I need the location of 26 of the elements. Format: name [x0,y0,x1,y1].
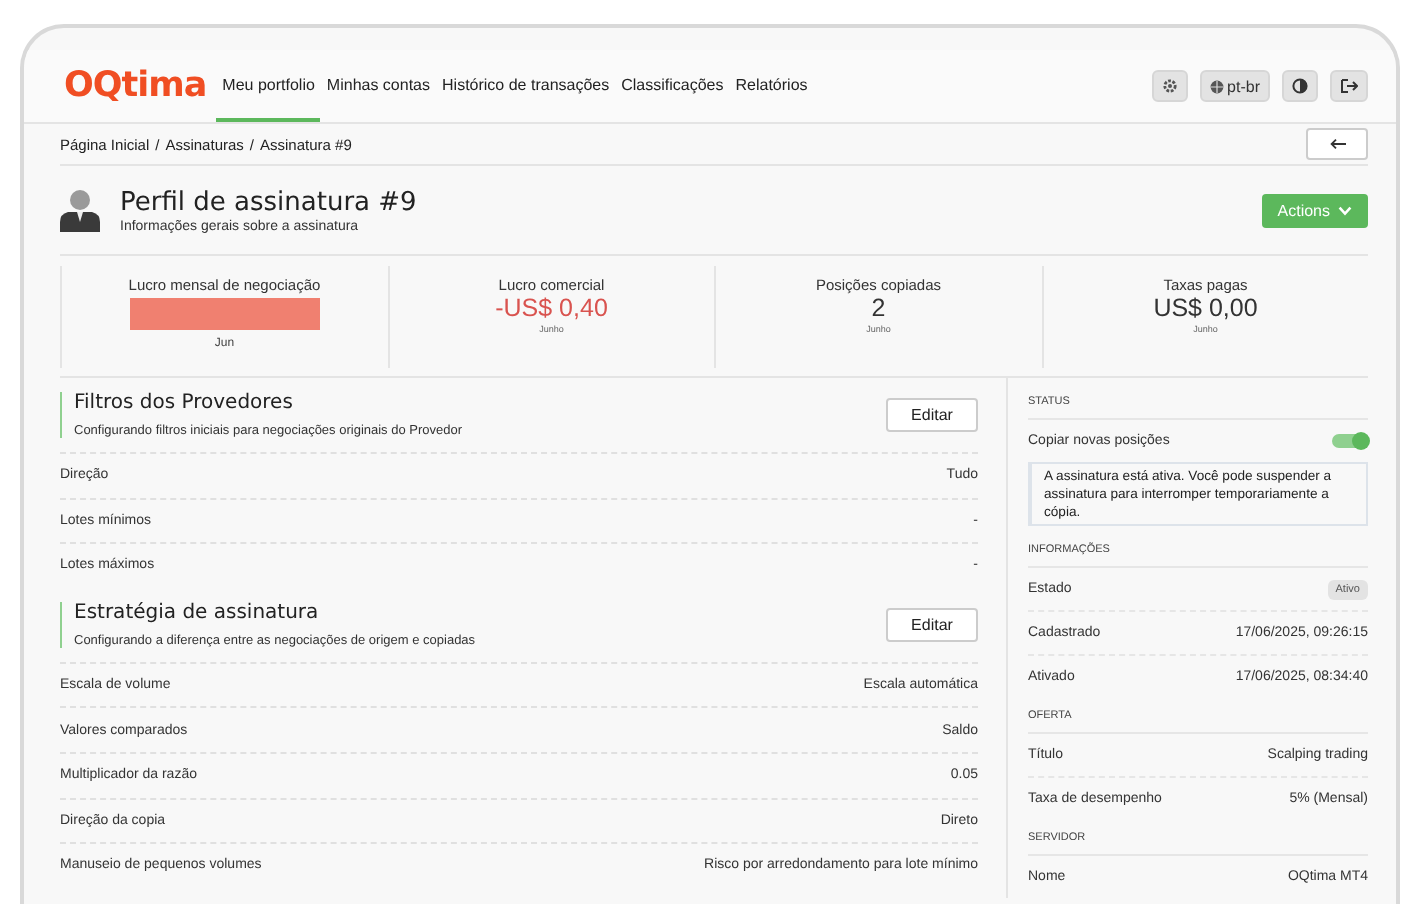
logout-button[interactable] [1330,70,1368,102]
nav-tab[interactable]: Relatórios [729,50,814,122]
back-button[interactable] [1306,128,1368,160]
theme-button[interactable] [1282,70,1318,102]
section-title: Filtros dos Provedores [74,392,295,414]
user-silhouette-icon [60,188,100,232]
toggle-switch[interactable] [1332,434,1368,448]
edit-button[interactable]: Editar [886,398,978,432]
globe-icon [1209,79,1224,93]
nav-tab[interactable]: Classificações [615,50,730,122]
settings-icon [1161,78,1178,94]
page-title: Perfil de assinatura #9 [120,187,417,217]
nav-tab[interactable]: Histórico de transações [436,50,616,122]
contrast-icon [1292,78,1308,94]
stat-value: US$ 0,00 [1153,294,1258,324]
stat-value: -US$ 0,40 [495,294,608,324]
stat-value: 2 [871,294,886,324]
nav-tab[interactable]: Minhas contas [320,50,437,122]
chevron-down-icon [1338,205,1352,215]
language-button[interactable]: pt-br [1199,70,1270,102]
logout-icon [1340,78,1358,94]
nav-tab[interactable]: Meu portfolio [216,50,321,122]
edit-button[interactable]: Editar [886,607,978,642]
settings-button[interactable] [1151,70,1188,102]
back-arrow-icon [1329,138,1345,150]
section-title: Estratégia de assinatura [74,601,321,624]
